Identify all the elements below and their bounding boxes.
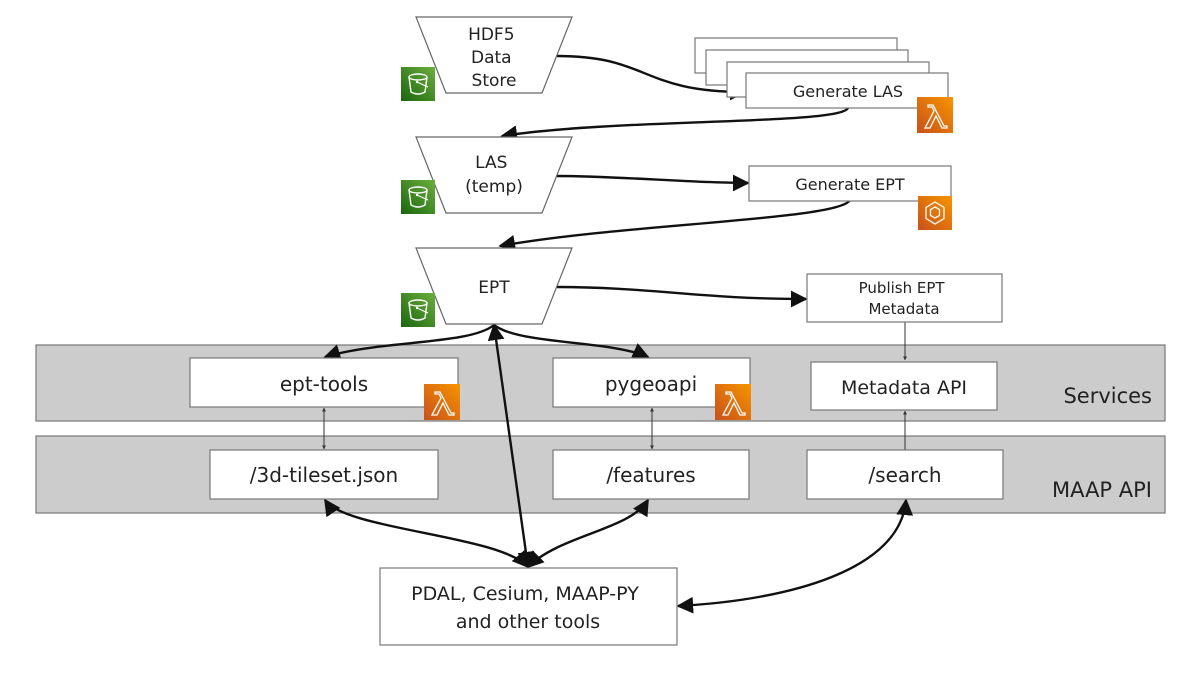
- lambda-icon: [423, 383, 461, 421]
- edge-search-clients: [676, 498, 914, 614]
- store-ept: EPT: [400, 247, 573, 328]
- endpoint-features-label: /features: [606, 463, 695, 487]
- clients-box: PDAL, Cesium, MAAP-PY and other tools: [379, 567, 678, 646]
- services-band-label: Services: [1063, 384, 1152, 408]
- batch-compute-icon: [917, 195, 953, 231]
- s3-bucket-icon: [400, 179, 436, 215]
- architecture-diagram: Services MAAP API HDF5 Data Store LAS (t…: [35, 16, 1166, 646]
- ept-tools-label: ept-tools: [280, 372, 368, 396]
- metadata-api-label: Metadata API: [841, 377, 967, 399]
- endpoint-search: /search: [806, 449, 1004, 500]
- lambda-icon: [714, 383, 752, 421]
- service-metadata-api: Metadata API: [810, 361, 998, 411]
- generate-las-label: Generate LAS: [793, 82, 903, 101]
- store-hdf5: HDF5 Data Store: [400, 16, 573, 102]
- store-hdf5-label: HDF5 Data Store: [468, 25, 520, 91]
- process-publish-metadata: Publish EPT Metadata: [806, 273, 1003, 323]
- pygeoapi-label: pygeoapi: [605, 372, 697, 396]
- edge-generate-ept-to-ept: [498, 199, 852, 252]
- generate-ept-label: Generate EPT: [795, 175, 905, 194]
- process-generate-ept: Generate EPT: [748, 165, 953, 231]
- s3-bucket-icon: [400, 292, 436, 328]
- process-generate-las: Generate LAS: [694, 37, 954, 134]
- endpoint-3d-tileset-label: /3d-tileset.json: [250, 463, 398, 487]
- edge-ept-to-publish: [556, 285, 808, 308]
- maap-api-band-label: MAAP API: [1052, 478, 1152, 502]
- endpoint-3d-tileset: /3d-tileset.json: [209, 449, 439, 500]
- endpoint-features: /features: [552, 449, 750, 500]
- store-ept-label: EPT: [478, 278, 510, 298]
- edge-las-to-generate-ept: [556, 174, 750, 192]
- lambda-icon: [916, 96, 954, 134]
- edges: [322, 54, 914, 614]
- endpoint-search-label: /search: [868, 463, 941, 487]
- s3-bucket-icon: [400, 66, 436, 102]
- edge-generate-las-to-las: [500, 107, 850, 143]
- store-las: LAS (temp): [400, 136, 573, 215]
